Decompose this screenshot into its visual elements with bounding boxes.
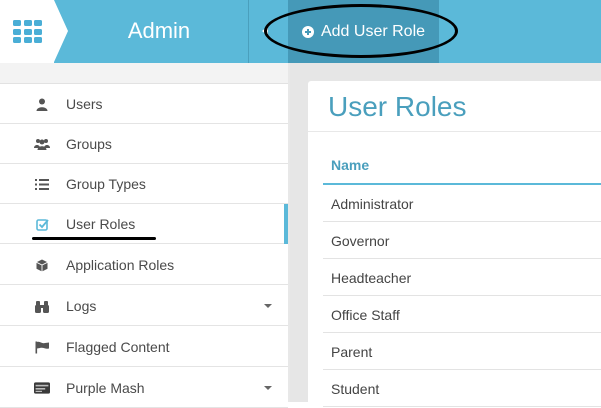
chevron-down-icon bbox=[264, 386, 272, 390]
sidebar-item-purple-mash[interactable]: Purple Mash bbox=[0, 368, 288, 408]
check-square-icon bbox=[34, 216, 50, 232]
add-user-role-label: Add User Role bbox=[320, 22, 426, 40]
table-row[interactable]: Headteacher bbox=[323, 259, 601, 296]
table-row[interactable]: Office Staff bbox=[323, 296, 601, 333]
sidebar-item-label: Users bbox=[66, 95, 103, 112]
sidebar-item-label: Application Roles bbox=[66, 256, 175, 273]
sidebar-item-groups[interactable]: Groups bbox=[0, 124, 288, 164]
annotation-underline bbox=[32, 237, 156, 240]
sidebar-item-logs[interactable]: Logs bbox=[0, 286, 288, 326]
table-row[interactable]: Administrator bbox=[323, 185, 601, 222]
topbar-divider bbox=[248, 0, 249, 63]
list-icon bbox=[34, 176, 50, 192]
table-cell-name: Headteacher bbox=[331, 270, 412, 286]
sidebar: Users Groups Group Types User Roles Appl… bbox=[0, 63, 288, 408]
app-title: Admin bbox=[127, 18, 191, 43]
table-cell-name: Student bbox=[331, 381, 380, 397]
sidebar-item-group-types[interactable]: Group Types bbox=[0, 164, 288, 204]
app-menu-arrow bbox=[54, 0, 68, 62]
sidebar-item-label: Groups bbox=[66, 135, 112, 152]
grid-icon bbox=[13, 20, 42, 43]
column-header-name[interactable]: Name bbox=[331, 157, 369, 173]
sidebar-item-label: Group Types bbox=[66, 175, 146, 192]
top-bar: Admin Add User Role bbox=[0, 0, 601, 63]
chevron-down-icon bbox=[264, 304, 272, 308]
table-cell-name: Parent bbox=[331, 344, 373, 360]
table-cell-name: Administrator bbox=[331, 196, 414, 212]
table-row[interactable]: Governor bbox=[323, 222, 601, 259]
collapse-sidebar-icon[interactable] bbox=[262, 26, 268, 36]
table-cell-name: Office Staff bbox=[331, 307, 400, 323]
sidebar-item-label: Flagged Content bbox=[66, 338, 170, 355]
table-row[interactable]: Student bbox=[323, 370, 601, 407]
main-content: User Roles Name Administrator Governor H… bbox=[290, 63, 601, 407]
sidebar-item-application-roles[interactable]: Application Roles bbox=[0, 245, 288, 285]
purple-mash-logo-icon bbox=[34, 380, 50, 396]
flag-icon bbox=[34, 339, 50, 355]
sidebar-top-band bbox=[0, 63, 288, 84]
cube-icon bbox=[34, 257, 50, 273]
user-roles-card: User Roles Name Administrator Governor H… bbox=[308, 81, 601, 407]
app-menu-button[interactable] bbox=[0, 0, 54, 63]
sidebar-item-users[interactable]: Users bbox=[0, 84, 288, 124]
sidebar-item-label: Purple Mash bbox=[66, 379, 145, 396]
page-title: User Roles bbox=[328, 91, 467, 122]
user-icon bbox=[34, 96, 50, 112]
add-user-role-button[interactable]: Add User Role bbox=[288, 0, 439, 63]
users-group-icon bbox=[34, 136, 50, 152]
table-cell-name: Governor bbox=[331, 233, 390, 249]
title-divider bbox=[308, 131, 601, 132]
sidebar-item-flagged-content[interactable]: Flagged Content bbox=[0, 327, 288, 367]
binoculars-icon bbox=[34, 298, 50, 314]
sidebar-item-label: Logs bbox=[66, 297, 97, 314]
sidebar-item-label: User Roles bbox=[66, 215, 136, 232]
plus-circle-icon bbox=[301, 25, 314, 38]
table-row[interactable]: Parent bbox=[323, 333, 601, 370]
